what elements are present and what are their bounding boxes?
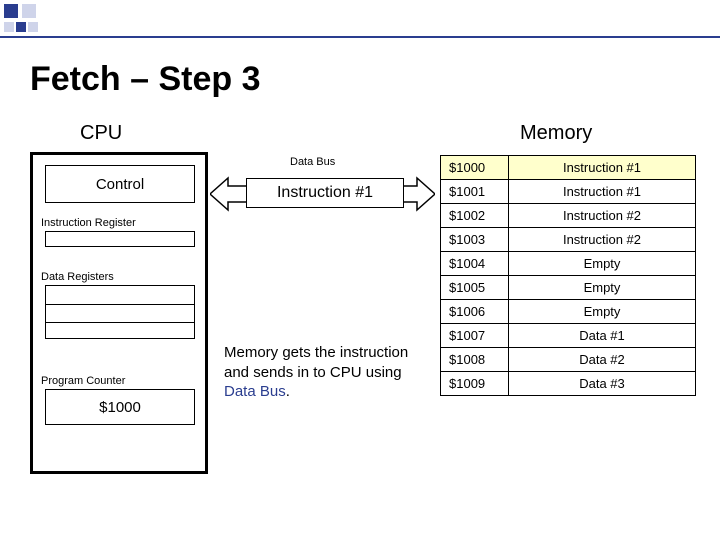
memory-row: $1005Empty	[441, 276, 696, 300]
memory-address: $1004	[441, 252, 509, 276]
memory-row: $1000Instruction #1	[441, 156, 696, 180]
caption-keyword: Data Bus	[224, 383, 286, 400]
memory-address: $1002	[441, 204, 509, 228]
data-bus-payload: Instruction #1	[246, 178, 404, 208]
instruction-register	[45, 231, 195, 247]
memory-address: $1003	[441, 228, 509, 252]
data-registers	[45, 285, 195, 339]
data-registers-label: Data Registers	[41, 271, 114, 283]
slide-corner-decoration	[0, 0, 100, 40]
caption-text: Memory gets the instruction and sends in…	[224, 344, 408, 381]
memory-address: $1006	[441, 300, 509, 324]
cpu-box: Control Instruction Register Data Regist…	[30, 152, 208, 474]
memory-row: $1003Instruction #2	[441, 228, 696, 252]
step-caption: Memory gets the instruction and sends in…	[224, 343, 424, 402]
memory-row: $1007Data #1	[441, 324, 696, 348]
memory-value: Empty	[509, 300, 696, 324]
memory-address: $1000	[441, 156, 509, 180]
data-bus-label: Data Bus	[290, 156, 335, 168]
memory-table: $1000Instruction #1$1001Instruction #1$1…	[440, 155, 696, 396]
memory-address: $1007	[441, 324, 509, 348]
memory-row: $1008Data #2	[441, 348, 696, 372]
cpu-heading: CPU	[80, 122, 122, 145]
memory-value: Data #1	[509, 324, 696, 348]
memory-value: Empty	[509, 252, 696, 276]
memory-value: Instruction #1	[509, 156, 696, 180]
page-title: Fetch – Step 3	[30, 60, 261, 99]
memory-row: $1004Empty	[441, 252, 696, 276]
instruction-register-label: Instruction Register	[41, 217, 136, 229]
control-unit: Control	[45, 165, 195, 203]
memory-value: Data #2	[509, 348, 696, 372]
memory-heading: Memory	[520, 122, 592, 145]
memory-value: Instruction #2	[509, 228, 696, 252]
memory-address: $1001	[441, 180, 509, 204]
memory-value: Instruction #2	[509, 204, 696, 228]
memory-address: $1008	[441, 348, 509, 372]
memory-address: $1009	[441, 372, 509, 396]
memory-row: $1006Empty	[441, 300, 696, 324]
caption-tail: .	[286, 383, 290, 400]
memory-address: $1005	[441, 276, 509, 300]
memory-value: Instruction #1	[509, 180, 696, 204]
memory-row: $1009Data #3	[441, 372, 696, 396]
slide-rule	[0, 36, 720, 38]
memory-value: Empty	[509, 276, 696, 300]
memory-row: $1002Instruction #2	[441, 204, 696, 228]
memory-value: Data #3	[509, 372, 696, 396]
program-counter: $1000	[45, 389, 195, 425]
program-counter-label: Program Counter	[41, 375, 125, 387]
memory-row: $1001Instruction #1	[441, 180, 696, 204]
